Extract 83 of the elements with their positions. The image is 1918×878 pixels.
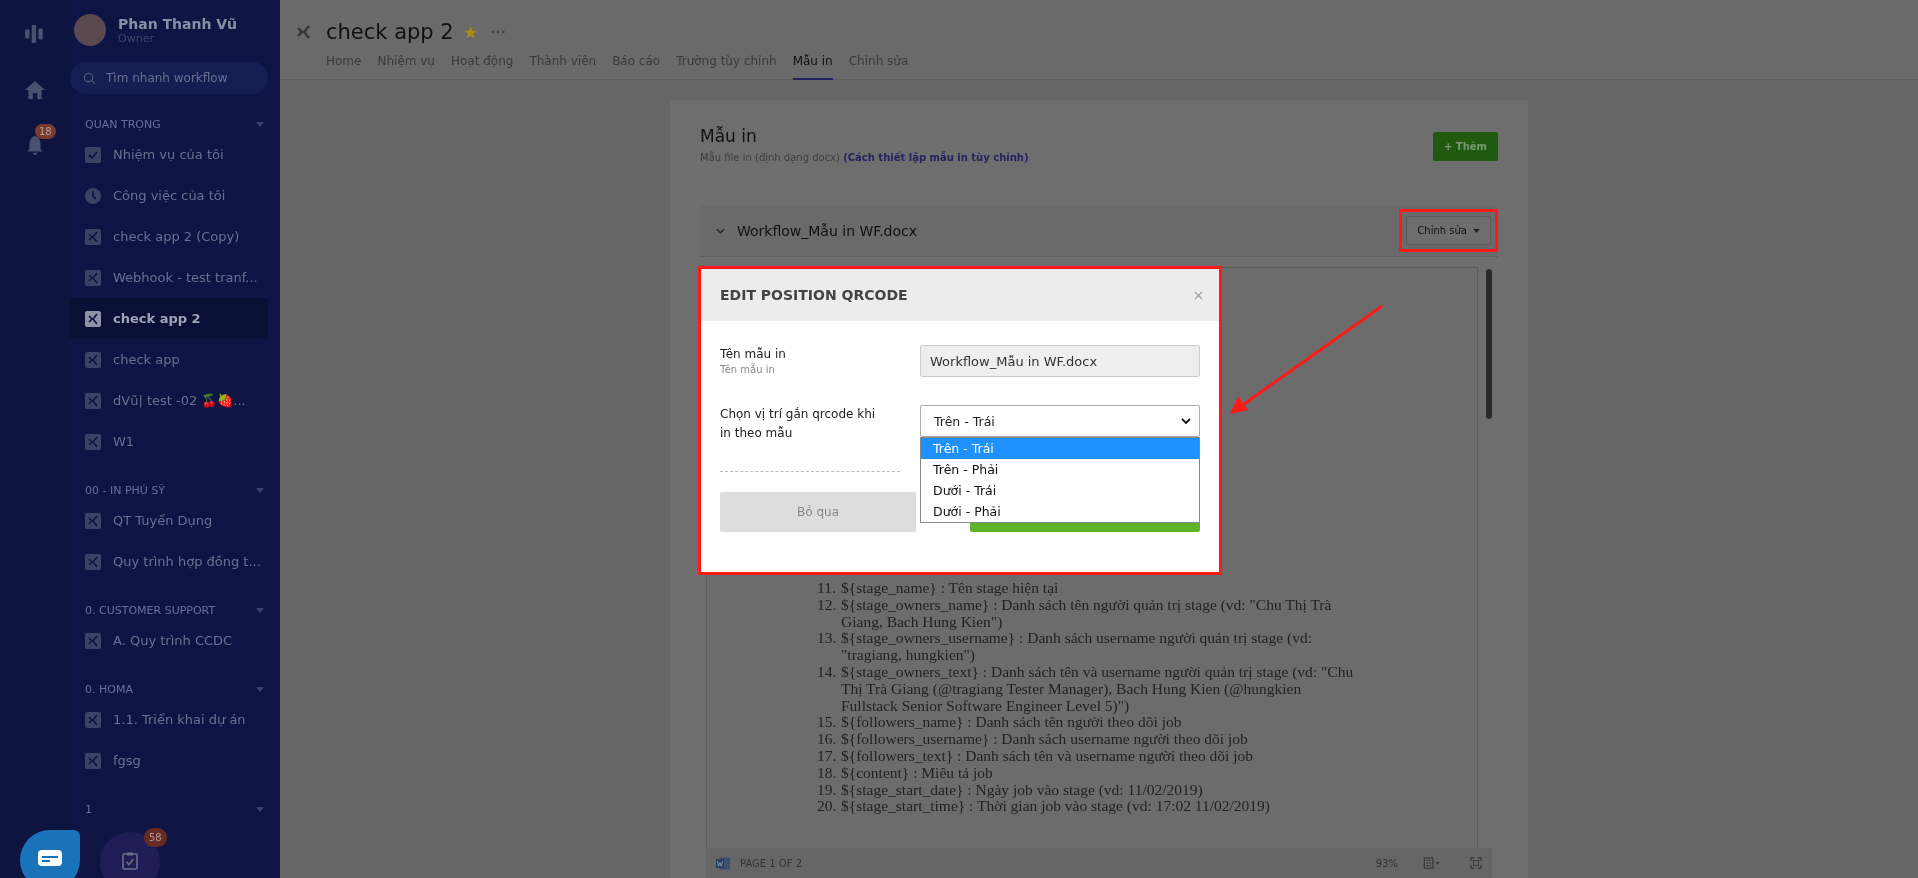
caret-icon — [1473, 228, 1480, 233]
document-line: ${followers_username} : Danh sách username người theo dõi job — [841, 731, 1249, 748]
collapse-caret-icon[interactable] — [256, 607, 264, 613]
section-title: 00 - IN PHÚ SỸ — [85, 483, 166, 497]
list-number: 11. — [817, 580, 837, 597]
card-title: Mẫu in — [700, 126, 758, 146]
position-select[interactable]: Trên - Trái — [920, 405, 1200, 437]
search-field[interactable]: Tìm nhanh workflow — [70, 62, 268, 94]
sidebar-item[interactable]: check app — [70, 339, 268, 380]
word-document-icon — [716, 856, 730, 870]
list-number: 13. — [817, 630, 838, 649]
fullscreen-icon[interactable] — [1470, 857, 1482, 869]
sidebar-item[interactable]: Nhiệm vụ của tôi — [70, 134, 268, 175]
field-label: Chọn vị trí gắn qrcode khi in theo mẫu — [720, 406, 877, 442]
list-number: 18. — [817, 764, 838, 782]
notification-badge: 18 — [35, 124, 56, 139]
sidebar-item[interactable]: Công việc của tôi — [70, 175, 268, 216]
bell-icon[interactable] — [25, 136, 45, 156]
close-icon[interactable] — [1194, 290, 1203, 300]
sidebar-item[interactable]: fgsg — [70, 740, 268, 781]
document-line: ${stage_start_time} : Thời gian job vào stage (vd: 17:02 11/02/2019) — [841, 798, 1272, 816]
document-line: ${followers_name} : Danh sách tên người theo dõi job — [841, 714, 1183, 732]
add-button[interactable]: + Thêm — [1433, 132, 1498, 161]
document-line: ${followers_text} : Danh sách tên và username người theo dõi job — [841, 747, 1254, 765]
user-name: Phan Thanh Vũ — [118, 15, 238, 32]
input-field[interactable]: Workflow_Mẫu in WF.docx — [920, 345, 1200, 377]
more-icon[interactable] — [490, 30, 505, 34]
section-title: 0. HOMA — [85, 682, 133, 696]
list-number: 14. — [817, 664, 838, 682]
checkbox-icon — [85, 146, 101, 163]
cancel-button[interactable]: Bỏ qua — [720, 492, 916, 532]
star-icon[interactable] — [463, 25, 477, 39]
home-icon[interactable] — [25, 80, 45, 100]
list-number: 17. — [817, 747, 838, 765]
sidebar-item[interactable]: check app 2 (Copy) — [70, 216, 268, 257]
sidebar-item[interactable]: check app 2 — [70, 298, 268, 339]
list-number: 15. — [817, 714, 838, 732]
sidebar-item[interactable]: A. Quy trình CCDC — [70, 620, 268, 661]
chat-button[interactable] — [20, 830, 80, 878]
chevron-down-icon[interactable] — [716, 227, 725, 234]
document-line: ${content} : Miêu tả job — [841, 764, 994, 782]
field-label: Tên mẫu in — [720, 346, 787, 363]
dropdown-option[interactable]: Dưới - Trái — [921, 480, 1199, 501]
field-hint: Tên mẫu in — [720, 364, 776, 375]
list-number: 20. — [817, 798, 838, 816]
section-title: 1 — [85, 802, 92, 816]
search-icon — [83, 72, 96, 85]
tab[interactable]: Mẫu in — [792, 54, 833, 80]
clock-icon — [85, 187, 101, 204]
document-line: ${stage_owners_username} : Danh sách username người quản trị stage (vd: "tragiang, hungkien") — [841, 630, 1313, 664]
view-mode-icon[interactable] — [1422, 857, 1442, 869]
section-title: QUAN TRỌNG — [85, 117, 161, 131]
sidebar-item[interactable]: dVũ| test -02 🍒🍓... — [70, 380, 268, 421]
list-number: 16. — [817, 731, 838, 748]
sidebar-item[interactable]: Webhook - test tranf... — [70, 257, 268, 298]
sidebar-item[interactable]: QT Tuyển Dụng — [70, 500, 268, 541]
section-title: 0. CUSTOMER SUPPORT — [85, 603, 216, 617]
list-number: 19. — [817, 781, 838, 799]
clipboard-check-icon — [122, 852, 138, 870]
document-line: ${stage_owners_text} : Danh sách tên và username người quản trị stage (vd: "Chu Thị Trà Giang (@tragiang Tester Manager), Bach Hung Kien (@hungkien Fullstack Senior Software Engineer Level 5)") — [841, 664, 1355, 715]
collapse-caret-icon[interactable] — [256, 121, 264, 127]
workflow-title: check app 2 — [326, 20, 454, 44]
document-line: ${stage_start_date} : Ngày job vào stage (vd: 11/02/2019) — [841, 781, 1204, 799]
sidebar-item[interactable]: 1.1. Triển khai dự án — [70, 699, 268, 740]
document-line: ${stage_owners_name} : Danh sách tên người quản trị stage (vd: "Chu Thị Trà Giang, Bach Hung Kien") — [841, 596, 1333, 631]
document-line: ${stage_name} : Tên stage hiện tại — [841, 580, 1060, 597]
collapse-caret-icon[interactable] — [256, 487, 264, 493]
list-number: 12. — [817, 596, 838, 615]
edit-dropdown-button[interactable]: Chỉnh sửa — [1406, 216, 1491, 245]
dropdown-option[interactable]: Dưới - Phải — [921, 501, 1199, 522]
dialog-title: EDIT POSITION QRCODE — [720, 287, 908, 303]
collapse-caret-icon[interactable] — [256, 686, 264, 692]
dropdown-option[interactable]: Trên - Phải — [921, 459, 1199, 480]
avatar[interactable] — [74, 14, 106, 46]
collapse-caret-icon[interactable] — [256, 806, 264, 812]
file-name: Workflow_Mẫu in WF.docx — [737, 222, 918, 239]
sidebar-item[interactable]: Quy trình hợp đồng t... — [70, 541, 268, 582]
help-link[interactable]: (Cách thiết lập mẫu in tùy chỉnh) — [843, 152, 1029, 163]
logo-icon[interactable] — [25, 24, 45, 44]
sidebar-item[interactable]: W1 — [70, 421, 268, 462]
chat-icon — [38, 850, 62, 866]
dropdown-option[interactable]: Trên - Trái — [921, 438, 1199, 459]
chevron-down-icon — [1181, 418, 1191, 424]
